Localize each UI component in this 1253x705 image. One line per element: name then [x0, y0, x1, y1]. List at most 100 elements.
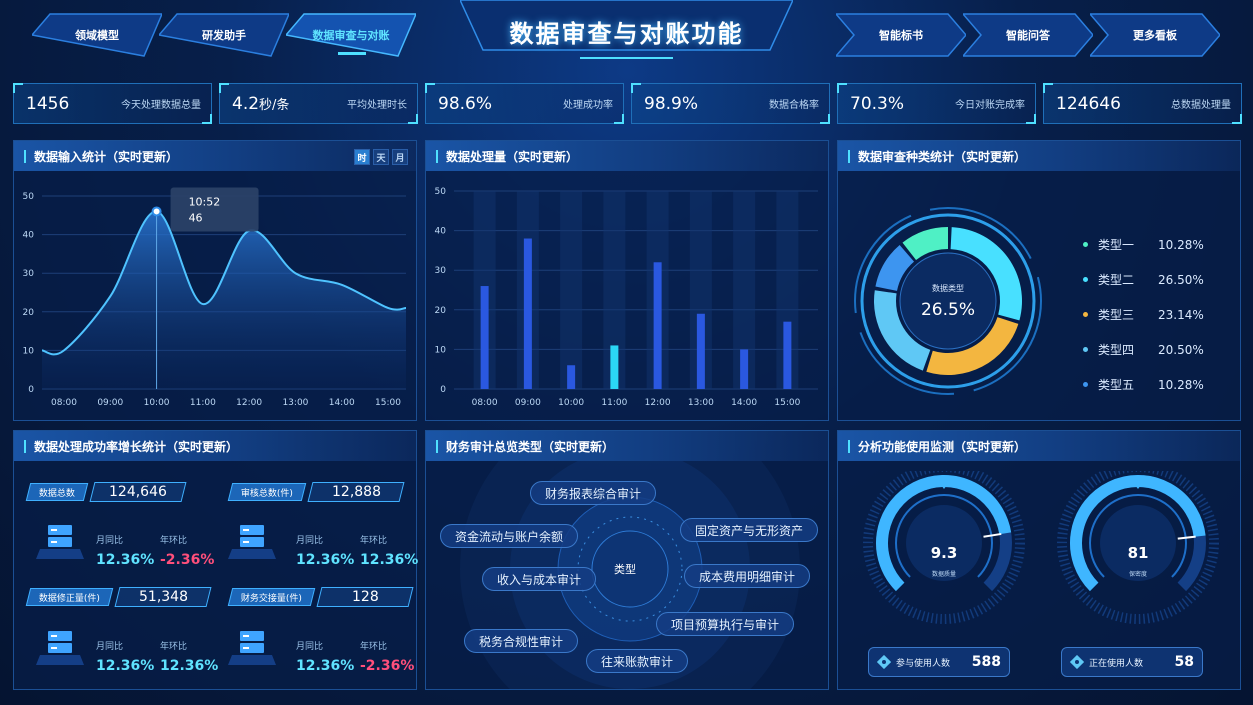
- legend-item: 类型三 23.14%: [1083, 297, 1204, 332]
- stat-value-box: 124,646: [89, 482, 187, 502]
- toggle-day[interactable]: 天: [373, 149, 389, 165]
- legend-item: 类型一 10.28%: [1083, 227, 1204, 262]
- legend-value: 10.28%: [1158, 237, 1204, 252]
- x-tick-label: 10:00: [558, 398, 584, 408]
- mom-value: 12.36%: [296, 658, 355, 674]
- kpi-label: 总数据处理量: [1171, 100, 1231, 111]
- stat-card-handover: 财务交接量(件) 128: [227, 586, 414, 608]
- audit-item[interactable]: 项目预算执行与审计: [656, 612, 795, 636]
- x-tick-label: 12:00: [236, 398, 262, 408]
- stat-card-total: 数据总数 124,646: [25, 481, 187, 503]
- nav-more-boards[interactable]: 更多看板: [1090, 10, 1220, 60]
- toggle-month[interactable]: 月: [392, 149, 408, 165]
- audit-item[interactable]: 资金流动与账户余额: [440, 524, 579, 548]
- audit-item[interactable]: 财务报表综合审计: [530, 481, 657, 505]
- kpi-reconcile-rate: 70.3% 今日对账完成率: [837, 83, 1036, 124]
- legend-value: 20.50%: [1158, 342, 1204, 357]
- bar: [523, 238, 532, 389]
- kpi-value: 98.6%: [438, 93, 493, 114]
- server-icon: [228, 631, 276, 665]
- legend-name: 类型二: [1098, 273, 1135, 287]
- stat-value: 51,348: [138, 589, 188, 605]
- panel-success: 数据处理成功率增长统计（实时更新） 数据总数 124,646 月同比 12.36% …: [13, 430, 418, 690]
- audit-item[interactable]: 往来账款审计: [586, 649, 689, 673]
- audit-item[interactable]: 固定资产与无形资产: [680, 518, 819, 542]
- hover-point: [151, 206, 162, 217]
- panel-header: 财务审计总览类型（实时更新）: [426, 431, 828, 461]
- kpi-value: 124646: [1056, 93, 1121, 114]
- x-tick-label: 13:00: [282, 398, 308, 408]
- nav-smart-bid[interactable]: 智能标书: [836, 10, 966, 60]
- y-tick-label: 40: [435, 227, 447, 237]
- time-toggle: 时 天 月: [354, 149, 408, 165]
- counter-label: 参与使用人数: [896, 658, 951, 669]
- nav-label: 更多看板: [1133, 29, 1177, 42]
- mom-value: 12.36%: [296, 552, 355, 568]
- panel-input-stats: 数据输入统计（实时更新） 时 天 月 0 10 20 30 40 50 08:00 09:00…: [13, 140, 417, 421]
- panel-types: 数据审查种类统计（实时更新） 数据类型 26.5% 类型一 10.28% 类型二 26…: [837, 140, 1241, 421]
- y-tick-label: 40: [23, 231, 35, 241]
- legend-name: 类型三: [1098, 308, 1135, 322]
- panel-audit: 财务审计总览类型（实时更新） 类型 财务报表综合审计 资金流动与账户余额 固定资…: [425, 430, 829, 690]
- gauge-needle: [1177, 535, 1196, 540]
- stat-value: 128: [351, 589, 379, 605]
- bar: [696, 313, 705, 389]
- mom-label: 月同比: [96, 642, 124, 652]
- tooltip-time: 10:52: [189, 195, 221, 208]
- audit-item[interactable]: 成本费用明细审计: [684, 564, 811, 588]
- stat-yoy: 年环比 12.36%: [160, 639, 218, 674]
- legend-value: 26.50%: [1158, 272, 1204, 287]
- yoy-value: -2.36%: [160, 552, 215, 568]
- panel-title: 财务审计总览类型（实时更新）: [446, 439, 615, 454]
- panel-title: 数据处理成功率增长统计（实时更新）: [34, 439, 239, 454]
- volume-bar-chart: 0 10 20 30 40 50 08:00 09:00 10:00 11:00 12:00 13:0…: [435, 187, 818, 408]
- kpi-pass-rate: 98.9% 数据合格率: [631, 83, 830, 124]
- audit-item[interactable]: 收入与成本审计: [482, 567, 597, 591]
- tooltip-box: [170, 187, 259, 232]
- legend-dot: [1083, 312, 1088, 317]
- y-tick-label: 50: [23, 192, 35, 202]
- audit-item[interactable]: 税务合规性审计: [464, 629, 579, 653]
- nav-rd-assistant[interactable]: 研发助手: [159, 10, 289, 60]
- mom-label: 月同比: [296, 536, 324, 546]
- y-tick-label: 0: [28, 385, 34, 395]
- bar: [610, 345, 619, 389]
- stat-value: 12,888: [331, 484, 381, 500]
- donut-center-value: 26.5%: [921, 300, 975, 320]
- nav-domain-model[interactable]: 领域模型: [32, 10, 162, 60]
- nav-label: 研发助手: [202, 29, 246, 42]
- stat-value-box: 51,348: [114, 587, 212, 607]
- panel-header: 分析功能使用监测（实时更新）: [838, 431, 1240, 461]
- stat-tag: 财务交接量(件): [227, 588, 316, 606]
- legend-item: 类型二 26.50%: [1083, 262, 1204, 297]
- toggle-hour[interactable]: 时: [354, 149, 370, 165]
- kpi-today-total: 1456 今天处理数据总量: [13, 83, 212, 124]
- stat-tag: 审核总数(件): [227, 483, 307, 501]
- types-donut-chart: 数据类型 26.5%: [854, 207, 1042, 395]
- audit-center-label: 类型: [614, 563, 636, 576]
- mom-label: 月同比: [296, 642, 324, 652]
- yoy-value: -2.36%: [360, 658, 415, 674]
- kpi-label: 平均处理时长: [347, 100, 407, 111]
- y-tick-label: 50: [435, 187, 447, 197]
- legend-dot: [1083, 347, 1088, 352]
- panel-title: 分析功能使用监测（实时更新）: [858, 439, 1027, 454]
- stat-tag: 数据修正量(件): [25, 588, 114, 606]
- legend-dot: [1083, 242, 1088, 247]
- panel-volume: 数据处理量（实时更新） 0 10 20 30 40 50 08:00 09:00 10:00 11…: [425, 140, 829, 421]
- user-group-icon: [877, 655, 891, 669]
- panel-title: 数据审查种类统计（实时更新）: [858, 149, 1027, 164]
- donut-center-label: 数据类型: [932, 283, 964, 293]
- nav-smart-qa[interactable]: 智能问答: [963, 10, 1093, 60]
- x-tick-label: 15:00: [375, 398, 401, 408]
- legend-name: 类型五: [1098, 378, 1135, 392]
- kpi-success-rate: 98.6% 处理成功率: [425, 83, 624, 124]
- x-tick-label: 11:00: [601, 398, 627, 408]
- legend-value: 23.14%: [1158, 307, 1204, 322]
- nav-label: 智能标书: [879, 29, 923, 42]
- nav-label: 数据审查与对账: [312, 29, 390, 42]
- nav-data-review[interactable]: 数据审查与对账: [286, 10, 416, 60]
- legend-dot: [1083, 382, 1088, 387]
- legend-name: 类型一: [1098, 238, 1135, 252]
- kpi-value: 1456: [26, 93, 70, 114]
